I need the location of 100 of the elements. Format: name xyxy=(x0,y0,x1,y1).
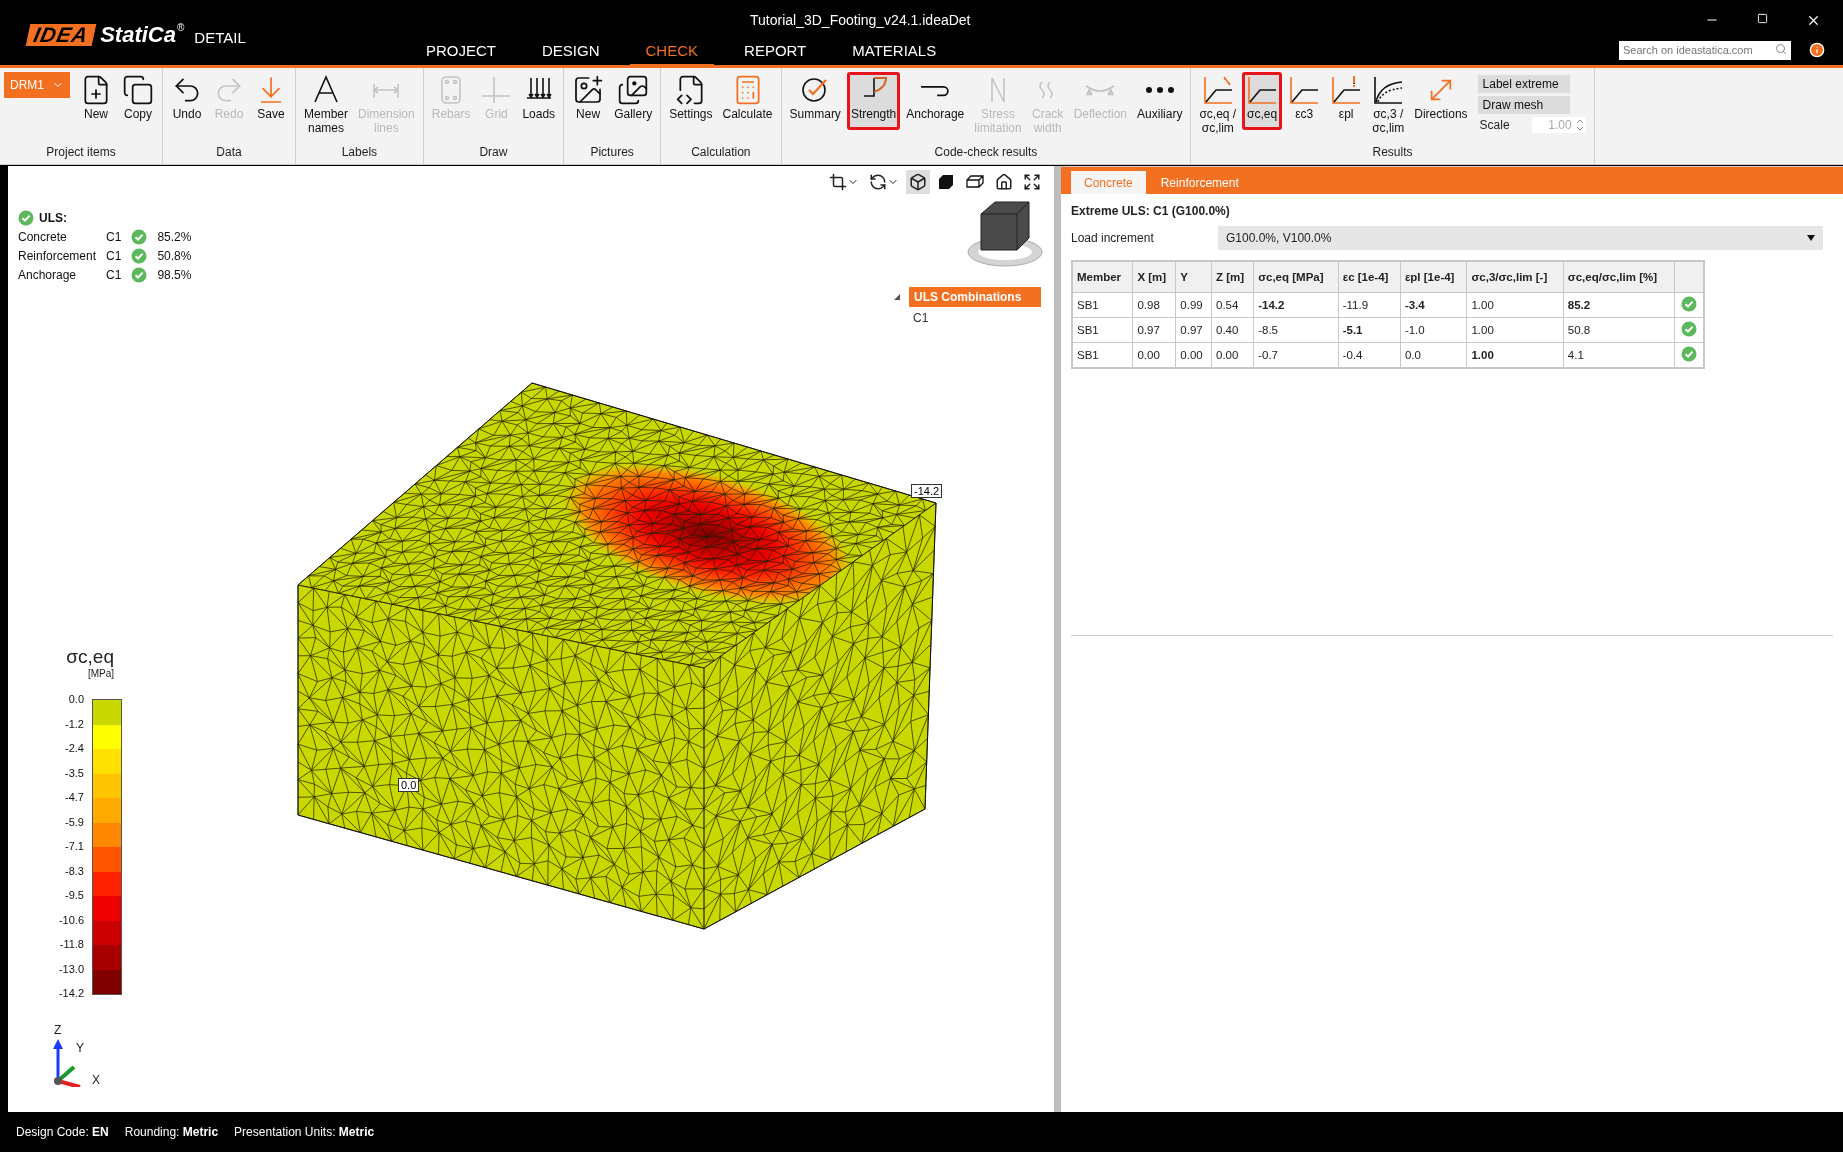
group-label: Code-check results xyxy=(933,144,1039,161)
more-icon xyxy=(1144,87,1175,93)
menu-tab[interactable]: MATERIALS xyxy=(836,42,953,68)
ribbon-button[interactable]: σc,eq xyxy=(1242,72,1283,130)
legend-tick: -5.9 xyxy=(64,815,84,828)
load-increment-label: Load increment xyxy=(1071,231,1155,245)
ribbon-button[interactable]: Strength xyxy=(846,72,901,130)
table-cell: 85.2 xyxy=(1563,292,1675,318)
check-name: Anchorage xyxy=(18,268,78,282)
axis-label: Z xyxy=(54,1023,62,1037)
ribbon-button[interactable]: New xyxy=(568,72,609,130)
table-cell: 0.40 xyxy=(1211,317,1254,343)
legend-tick: -14.2 xyxy=(58,987,84,999)
ribbon-button[interactable]: σc,eq / σc,lim xyxy=(1195,72,1241,138)
view-tool-button[interactable] xyxy=(906,170,930,194)
group-label: Draw xyxy=(478,144,509,161)
ribbon-button[interactable]: Gallery xyxy=(610,72,657,130)
table-cell: 0.98 xyxy=(1132,292,1176,318)
column-header: X [m] xyxy=(1132,261,1176,293)
combination-name: C1 xyxy=(106,230,122,244)
spin-arrows-icon xyxy=(1575,118,1584,132)
table-cell: -5.1 xyxy=(1338,317,1401,343)
group-label: Calculation xyxy=(690,144,752,161)
ribbon-button[interactable]: Loads xyxy=(518,72,560,130)
ribbon-button[interactable]: Copy xyxy=(118,72,158,130)
ribbon-button[interactable]: Calculate xyxy=(718,72,777,130)
column-header: Member xyxy=(1072,261,1133,293)
table-cell: -14.2 xyxy=(1253,292,1339,318)
group-label: Project items xyxy=(45,144,117,161)
menu-tab[interactable]: DESIGN xyxy=(526,42,616,68)
table-cell: 1.00 xyxy=(1466,292,1564,318)
load-increment-dropdown[interactable]: G100.0%, V100.0% xyxy=(1218,226,1823,250)
close-icon[interactable] xyxy=(1806,13,1821,28)
ribbon-button[interactable]: σc,3 / σc,lim xyxy=(1368,72,1409,138)
ribbon-button[interactable]: Member names xyxy=(300,72,353,138)
legend-tick: -13.0 xyxy=(58,962,84,975)
home-icon xyxy=(995,173,1013,191)
ribbon-button[interactable]: Summary xyxy=(785,72,845,130)
table-cell: -8.5 xyxy=(1253,317,1339,343)
legend-tick: 0.0 xyxy=(67,693,84,705)
stress-strain-icon xyxy=(1201,74,1234,106)
column-header: εc [1e-4] xyxy=(1338,261,1401,293)
status-text: Presentation Units: Metric xyxy=(234,1125,375,1139)
search-field[interactable]: Search on ideastatica.com xyxy=(1619,40,1791,60)
ribbon-button[interactable]: New xyxy=(76,72,116,130)
legend-tick: -10.6 xyxy=(58,913,84,926)
images-icon xyxy=(617,74,650,106)
ribbon-button[interactable]: Anchorage xyxy=(902,72,969,130)
ribbon-button[interactable]: Auxiliary xyxy=(1133,72,1187,130)
summary-title: ULS: xyxy=(39,211,67,225)
expanded-triangle-icon[interactable] xyxy=(893,293,901,301)
group-label: Results xyxy=(1371,144,1414,161)
ribbon-button[interactable]: Directions xyxy=(1410,72,1472,130)
ribbon-button[interactable]: εpl xyxy=(1326,72,1367,130)
max-value-label: -14.2 xyxy=(911,484,943,498)
ribbon-button[interactable]: Settings xyxy=(665,72,717,130)
legend-tick: -1.2 xyxy=(64,717,84,730)
min-value-label: 0.0 xyxy=(398,778,420,792)
toggle-button[interactable]: Draw mesh xyxy=(1477,96,1570,114)
deflection-icon xyxy=(1085,84,1116,96)
group-label: Pictures xyxy=(589,144,635,161)
combination-name: C1 xyxy=(106,249,122,263)
table-cell: 1.00 xyxy=(1466,317,1564,343)
legend-tick: -7.1 xyxy=(64,840,84,852)
solid-cube-icon xyxy=(937,173,955,191)
tree-item[interactable]: C1 xyxy=(911,307,931,329)
ribbon-button[interactable]: Save xyxy=(251,72,291,130)
table-cell: -1.0 xyxy=(1400,317,1467,343)
stress-strain-icon xyxy=(1330,74,1363,106)
toggle-button[interactable]: Label extreme xyxy=(1477,75,1570,93)
crop-icon xyxy=(829,173,847,191)
scale-label: Scale xyxy=(1479,118,1510,132)
axis-label: X xyxy=(92,1073,100,1087)
ribbon-button[interactable]: εc3 xyxy=(1284,72,1325,130)
menu-tab[interactable]: REPORT xyxy=(728,42,823,68)
column-header: Y xyxy=(1175,261,1212,293)
legend-tick: -9.5 xyxy=(64,889,84,901)
hook-icon xyxy=(920,83,951,97)
check-name: Concrete xyxy=(18,230,68,244)
grid-icon xyxy=(480,74,513,106)
legend-tick: -4.7 xyxy=(64,791,84,803)
table-cell: 0.97 xyxy=(1132,317,1176,343)
menu-tab[interactable]: PROJECT xyxy=(410,42,512,68)
restore-icon[interactable] xyxy=(1757,13,1768,24)
info-icon[interactable] xyxy=(1809,41,1825,58)
app-logo: IDEA StatiCa® DETAIL xyxy=(0,0,410,48)
fullscreen-icon xyxy=(1023,173,1041,191)
axis-label: Y xyxy=(76,1041,84,1055)
caret-icon xyxy=(1807,235,1815,241)
legend-tick: -3.5 xyxy=(64,766,84,779)
stress-strain-icon xyxy=(1372,74,1405,106)
table-cell: SB1 xyxy=(1072,317,1133,343)
column-header: εpl [1e-4] xyxy=(1400,261,1467,293)
legend-tick: -8.3 xyxy=(64,864,84,877)
result-heading: Extreme ULS: C1 (G100.0%) xyxy=(1070,203,1231,220)
group-label: Labels xyxy=(340,144,379,161)
ribbon-button[interactable]: Undo xyxy=(167,72,207,130)
legend-title: σc,eq xyxy=(66,646,114,668)
table-cell: 50.8 xyxy=(1563,317,1675,343)
table-cell: -3.4 xyxy=(1400,292,1467,318)
